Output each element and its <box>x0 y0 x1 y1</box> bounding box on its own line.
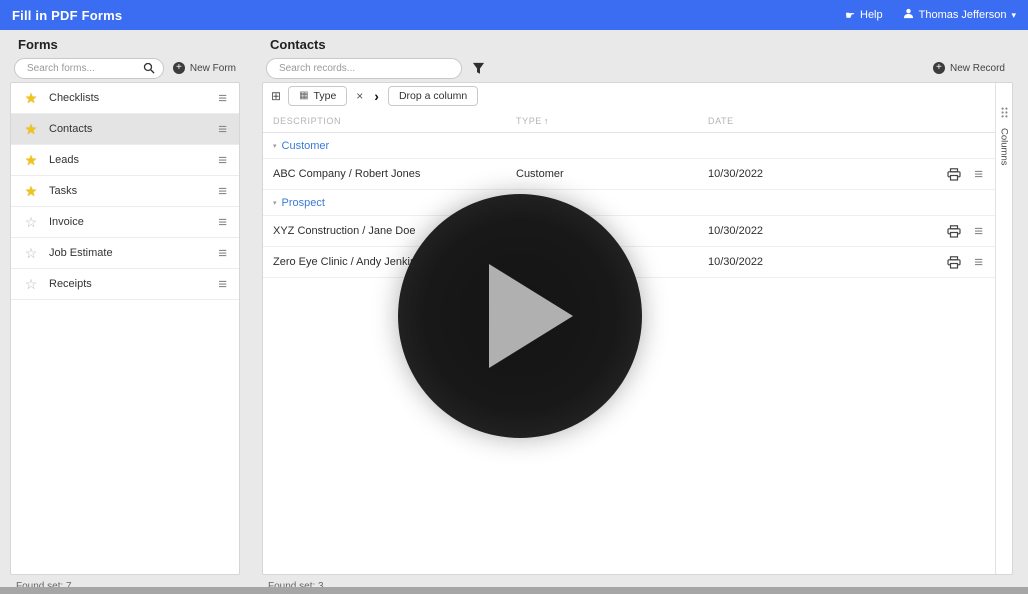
help-label: Help <box>860 9 883 21</box>
new-record-button[interactable]: + New Record <box>932 62 1005 74</box>
forms-list-panel: ★ Checklists ≡ ★ Contacts ≡ ★ Leads ≡ ★ … <box>10 82 240 575</box>
print-icon[interactable] <box>947 167 961 181</box>
item-menu-icon[interactable]: ≡ <box>218 91 227 106</box>
sidebar-item-checklists[interactable]: ★ Checklists ≡ <box>11 83 239 114</box>
sidebar-item-leads[interactable]: ★ Leads ≡ <box>11 145 239 176</box>
cell-date: 10/30/2022 <box>708 225 764 237</box>
sidebar-item-tasks[interactable]: ★ Tasks ≡ <box>11 176 239 207</box>
star-icon[interactable]: ☆ <box>23 277 39 291</box>
group-chip-label: Type <box>313 90 337 102</box>
collapse-caret-icon: ▾ <box>273 142 277 150</box>
item-menu-icon[interactable]: ≡ <box>218 153 227 168</box>
form-item-label: Checklists <box>49 92 100 104</box>
sidebar-item-job-estimate[interactable]: ☆ Job Estimate ≡ <box>11 238 239 269</box>
header-date-label: DATE <box>708 115 734 126</box>
header-date[interactable]: DATE <box>698 116 925 126</box>
table-header-row: DESCRIPTION TYPE ↑ DATE <box>263 109 995 133</box>
item-menu-icon[interactable]: ≡ <box>218 215 227 230</box>
form-item-label: Receipts <box>49 278 92 290</box>
chevron-right-icon[interactable]: › <box>372 88 381 104</box>
form-item-label: Tasks <box>49 185 78 197</box>
horizontal-scrollbar[interactable] <box>0 587 1028 594</box>
group-by-icon[interactable]: ⊞ <box>271 90 281 102</box>
item-menu-icon[interactable]: ≡ <box>218 184 227 199</box>
app-title: Fill in PDF Forms <box>12 7 123 23</box>
star-icon[interactable]: ★ <box>23 184 39 198</box>
group-row-customer[interactable]: ▾ Customer <box>263 133 995 159</box>
header-type-label: TYPE <box>516 115 542 126</box>
item-menu-icon[interactable]: ≡ <box>218 122 227 137</box>
new-form-label: New Form <box>189 62 236 74</box>
plus-icon: + <box>932 62 945 74</box>
video-play-overlay[interactable] <box>398 194 642 438</box>
columns-tab-label: Columns <box>998 128 1010 166</box>
new-form-button[interactable]: + New Form <box>172 62 236 74</box>
form-item-label: Leads <box>49 154 79 166</box>
drop-column-target[interactable]: Drop a column <box>387 86 479 106</box>
collapse-caret-icon: ▾ <box>273 199 277 207</box>
star-icon[interactable]: ☆ <box>23 246 39 260</box>
table-row[interactable]: ABC Company / Robert Jones Customer 10/3… <box>263 159 995 190</box>
group-label: Prospect <box>281 196 325 209</box>
print-icon[interactable] <box>947 224 961 238</box>
row-menu-icon[interactable]: ≡ <box>974 255 983 270</box>
sort-asc-icon: ↑ <box>543 115 550 126</box>
header-description[interactable]: DESCRIPTION <box>263 116 508 126</box>
user-icon <box>903 8 914 22</box>
forms-sidebar: Forms + New Form ★ Checklists ≡ ★ Contac… <box>10 30 240 592</box>
forms-title: Forms <box>18 37 58 52</box>
filter-icon[interactable] <box>472 62 485 75</box>
new-record-label: New Record <box>949 62 1005 74</box>
row-menu-icon[interactable]: ≡ <box>974 224 983 239</box>
cell-type: Customer <box>516 168 564 180</box>
form-item-label: Contacts <box>49 123 93 135</box>
chevron-down-icon: ▾ <box>1011 9 1016 20</box>
search-icon[interactable] <box>143 62 155 77</box>
contacts-title: Contacts <box>270 37 326 52</box>
play-icon <box>489 264 573 368</box>
help-icon: ☛ <box>845 9 855 22</box>
star-icon[interactable]: ☆ <box>23 215 39 229</box>
cell-date: 10/30/2022 <box>708 256 764 268</box>
header-type[interactable]: TYPE ↑ <box>508 116 698 126</box>
grid-icon: ▦ <box>299 90 309 101</box>
form-item-label: Invoice <box>49 216 84 228</box>
plus-icon: + <box>172 62 185 74</box>
columns-tab[interactable]: Columns <box>995 83 1012 574</box>
drop-column-label: Drop a column <box>398 90 468 102</box>
records-search-input[interactable] <box>266 57 462 79</box>
group-chip-type[interactable]: ▦ Type <box>288 86 348 106</box>
item-menu-icon[interactable]: ≡ <box>218 246 227 261</box>
user-name: Thomas Jefferson <box>918 9 1007 21</box>
sidebar-item-contacts[interactable]: ★ Contacts ≡ <box>11 114 239 145</box>
remove-group-icon[interactable]: × <box>354 89 365 103</box>
group-row-prospect[interactable]: ▾ Prospect <box>263 190 995 216</box>
star-icon[interactable]: ★ <box>23 153 39 167</box>
sidebar-item-invoice[interactable]: ☆ Invoice ≡ <box>11 207 239 238</box>
item-menu-icon[interactable]: ≡ <box>218 277 227 292</box>
group-label: Customer <box>281 139 330 152</box>
cell-description: ABC Company / Robert Jones <box>273 168 421 180</box>
star-icon[interactable]: ★ <box>23 91 39 105</box>
forms-search-input[interactable] <box>14 57 164 79</box>
header-description-label: DESCRIPTION <box>273 115 342 126</box>
top-bar: Fill in PDF Forms ☛ Help Thomas Jefferso… <box>0 0 1028 30</box>
row-menu-icon[interactable]: ≡ <box>974 167 983 182</box>
user-menu[interactable]: Thomas Jefferson ▾ <box>903 8 1016 22</box>
cell-date: 10/30/2022 <box>708 168 764 180</box>
print-icon[interactable] <box>947 255 961 269</box>
grouping-toolbar: ⊞ ▦ Type × › Drop a column <box>263 83 995 109</box>
star-icon[interactable]: ★ <box>23 122 39 136</box>
sidebar-item-receipts[interactable]: ☆ Receipts ≡ <box>11 269 239 300</box>
help-button[interactable]: ☛ Help <box>845 9 883 22</box>
form-item-label: Job Estimate <box>49 247 113 259</box>
grip-icon <box>1001 107 1008 121</box>
table-row[interactable]: XYZ Construction / Jane Doe 10/30/2022 ≡ <box>263 216 995 247</box>
